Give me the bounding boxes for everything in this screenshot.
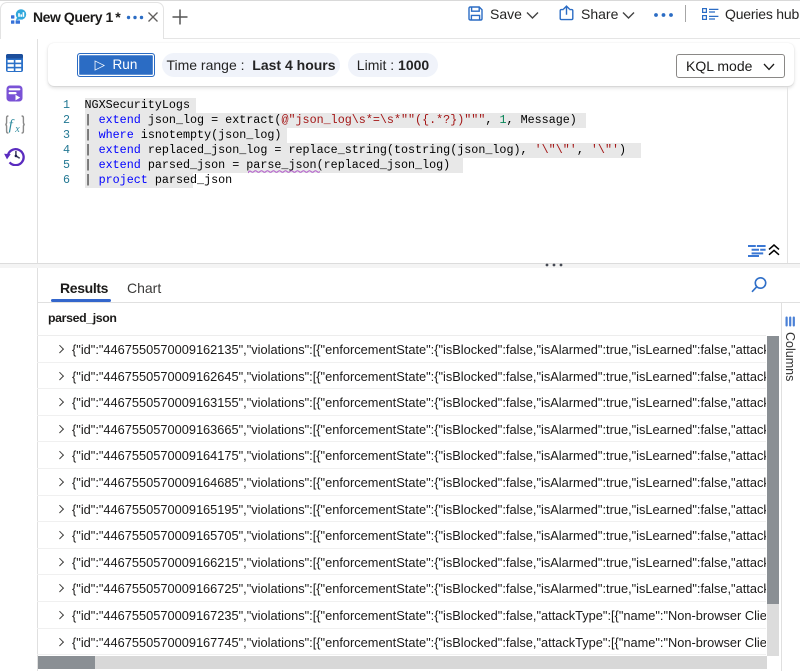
svg-text:f: f <box>9 118 15 134</box>
svg-text:x: x <box>14 124 20 135</box>
